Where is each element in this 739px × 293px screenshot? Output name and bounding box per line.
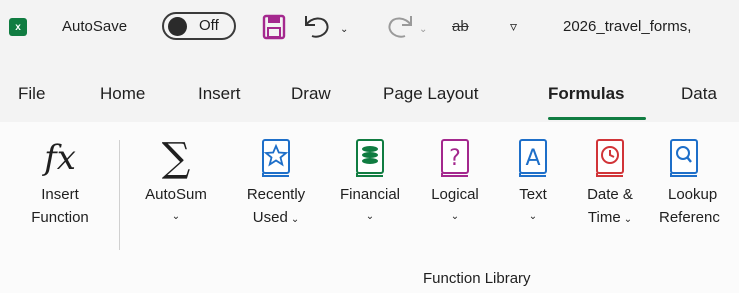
question-book-icon: ? — [439, 134, 471, 182]
svg-text:A: A — [525, 146, 540, 171]
strikethrough-button[interactable]: ab — [452, 12, 469, 40]
undo-dropdown-chevron-icon[interactable]: ⌄ — [340, 15, 348, 43]
function-library-group-label: Function Library — [423, 270, 531, 287]
toggle-knob — [168, 17, 187, 36]
document-filename[interactable]: 2026_travel_forms, — [563, 12, 691, 40]
customize-qat-icon[interactable]: ▿ — [510, 12, 517, 40]
insert-function-label-line1: Insert — [41, 186, 79, 203]
title-bar: x AutoSave Off ⌄ ⌄ ab ▿ 2026_travel_form… — [0, 0, 739, 62]
active-tab-indicator — [548, 117, 646, 120]
autosum-button[interactable]: ∑ AutoSum ⌄ — [128, 134, 224, 226]
redo-icon — [385, 12, 415, 40]
financial-label: Financial — [339, 186, 401, 203]
fx-icon: fx — [44, 138, 76, 178]
redo-dropdown-chevron-icon: ⌄ — [419, 23, 428, 35]
clock-book-icon — [594, 134, 626, 182]
autosave-toggle[interactable]: Off — [162, 12, 236, 40]
save-icon[interactable] — [262, 13, 286, 41]
date-time-button[interactable]: Date & Time ⌄ — [572, 134, 648, 230]
svg-text:?: ? — [449, 146, 461, 171]
recently-used-label-line2: Used ⌄ — [252, 209, 300, 226]
group-separator — [119, 140, 120, 250]
lookup-label-line1: Lookup — [668, 186, 718, 203]
text-label: Text — [519, 186, 547, 203]
tab-insert[interactable]: Insert — [198, 84, 241, 104]
financial-button[interactable]: Financial ⌄ — [324, 134, 416, 226]
date-time-label-line1: Date & — [587, 186, 633, 203]
lookup-label-line2: Referenc — [659, 209, 720, 226]
undo-icon[interactable] — [302, 12, 332, 40]
date-time-chevron-icon: ⌄ — [623, 214, 633, 225]
recently-used-button[interactable]: Recently Used ⌄ — [230, 134, 322, 230]
recently-used-label-line1: Recently — [246, 186, 306, 203]
lookup-reference-button[interactable]: Lookup Referenc — [656, 134, 739, 228]
tab-file[interactable]: File — [18, 84, 45, 104]
tab-page-layout[interactable]: Page Layout — [383, 84, 478, 104]
text-button[interactable]: A Text ⌄ — [503, 134, 563, 226]
logical-label: Logical — [431, 186, 479, 203]
autosum-label: AutoSum — [145, 186, 207, 203]
logical-button[interactable]: ? Logical ⌄ — [418, 134, 492, 226]
coins-book-icon — [354, 134, 386, 182]
date-time-label-line2: Time ⌄ — [587, 209, 633, 226]
tab-data[interactable]: Data — [681, 84, 717, 104]
insert-function-label-line2: Function — [31, 209, 89, 226]
financial-chevron-icon: ⌄ — [365, 211, 375, 222]
magnifier-book-icon — [656, 134, 712, 182]
sigma-icon: ∑ — [161, 135, 191, 181]
autosave-label: AutoSave — [62, 17, 128, 35]
autosave-state: Off — [199, 17, 219, 34]
insert-function-button[interactable]: fx Insert Function — [14, 134, 106, 228]
ribbon-tabs: File Home Insert Draw Page Layout Formul… — [0, 72, 739, 122]
excel-logo-icon: x — [9, 18, 27, 36]
logical-chevron-icon: ⌄ — [450, 211, 460, 222]
tab-home[interactable]: Home — [100, 84, 145, 104]
tab-draw[interactable]: Draw — [291, 84, 331, 104]
a-book-icon: A — [517, 134, 549, 182]
star-book-icon — [260, 134, 292, 182]
recently-used-chevron-icon: ⌄ — [290, 214, 300, 225]
autosum-chevron-icon: ⌄ — [171, 211, 181, 222]
tab-formulas[interactable]: Formulas — [548, 84, 625, 104]
text-chevron-icon: ⌄ — [528, 211, 538, 222]
